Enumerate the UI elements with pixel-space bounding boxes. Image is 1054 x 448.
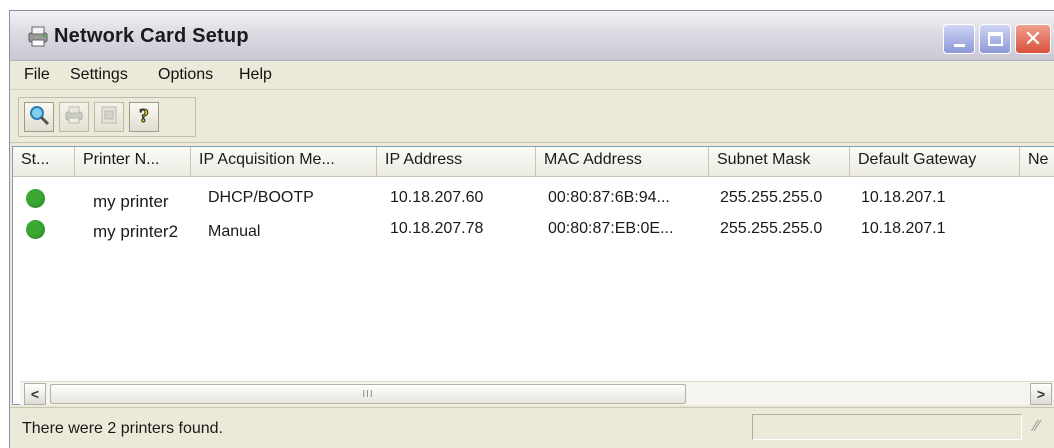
scroll-grip: III bbox=[362, 388, 374, 400]
help-icon: ? bbox=[133, 104, 155, 131]
network-card-setup-window: Network Card Setup ✕ File Settings Optio… bbox=[9, 10, 1054, 448]
properties-icon bbox=[98, 104, 120, 131]
menu-options[interactable]: Options bbox=[158, 66, 213, 84]
minimize-icon bbox=[953, 43, 965, 47]
column-status[interactable]: St... bbox=[13, 147, 75, 177]
table-row[interactable]: my printer DHCP/BOOTP 10.18.207.60 00:80… bbox=[13, 189, 1054, 215]
printer-icon bbox=[63, 104, 85, 131]
close-icon: ✕ bbox=[1023, 26, 1043, 51]
column-network[interactable]: Ne bbox=[1020, 147, 1054, 177]
list-header: St... Printer N... IP Acquisition Me... … bbox=[13, 147, 1054, 177]
chevron-left-icon: < bbox=[30, 386, 40, 402]
menu-bar: File Settings Options Help bbox=[10, 62, 1054, 90]
help-button[interactable]: ? bbox=[129, 102, 159, 132]
cell-ip-address: 10.18.207.78 bbox=[390, 220, 484, 237]
status-bar: There were 2 printers found. ⁄⁄ bbox=[10, 407, 1054, 448]
cell-subnet-mask: 255.255.255.0 bbox=[720, 220, 823, 237]
status-online-icon bbox=[26, 189, 45, 208]
column-default-gateway[interactable]: Default Gateway bbox=[850, 147, 1020, 177]
search-button[interactable] bbox=[24, 102, 54, 132]
column-ip-acquisition[interactable]: IP Acquisition Me... bbox=[191, 147, 377, 177]
printer-button[interactable] bbox=[59, 102, 89, 132]
search-icon bbox=[28, 104, 50, 131]
maximize-button[interactable] bbox=[979, 24, 1011, 54]
toolbar: ? bbox=[10, 91, 1054, 143]
cell-mac-address: 00:80:87:EB:0E... bbox=[548, 220, 674, 237]
status-panel bbox=[752, 414, 1022, 440]
status-message: There were 2 printers found. bbox=[22, 420, 223, 437]
table-row[interactable]: my printer2 Manual 10.18.207.78 00:80:87… bbox=[13, 218, 1054, 244]
cell-default-gateway: 10.18.207.1 bbox=[861, 189, 946, 206]
menu-settings[interactable]: Settings bbox=[70, 66, 128, 84]
scroll-right-button[interactable]: > bbox=[1030, 383, 1052, 405]
maximize-icon bbox=[987, 32, 1003, 46]
cell-default-gateway: 10.18.207.1 bbox=[861, 220, 946, 237]
status-online-icon bbox=[26, 220, 45, 239]
menu-help[interactable]: Help bbox=[239, 66, 272, 84]
scroll-left-button[interactable]: < bbox=[24, 383, 46, 405]
column-mac-address[interactable]: MAC Address bbox=[536, 147, 709, 177]
column-printer-name[interactable]: Printer N... bbox=[75, 147, 191, 177]
window-title: Network Card Setup bbox=[54, 25, 249, 47]
toolbar-group: ? bbox=[18, 97, 196, 137]
horizontal-scrollbar[interactable]: < III > bbox=[20, 381, 1054, 405]
close-button[interactable]: ✕ bbox=[1015, 24, 1051, 54]
cell-ip-acquisition: Manual bbox=[208, 223, 261, 240]
chevron-right-icon: > bbox=[1036, 386, 1046, 402]
cell-mac-address: 00:80:87:6B:94... bbox=[548, 189, 670, 206]
printer-app-icon bbox=[26, 25, 50, 47]
cell-printer-name: my printer2 bbox=[93, 222, 179, 241]
cell-subnet-mask: 255.255.255.0 bbox=[720, 189, 823, 206]
column-subnet-mask[interactable]: Subnet Mask bbox=[709, 147, 850, 177]
cell-ip-address: 10.18.207.60 bbox=[390, 189, 484, 206]
minimize-button[interactable] bbox=[943, 24, 975, 54]
title-bar[interactable]: Network Card Setup ✕ bbox=[10, 11, 1054, 61]
svg-text:?: ? bbox=[139, 105, 149, 126]
menu-file[interactable]: File bbox=[24, 66, 50, 84]
properties-button[interactable] bbox=[94, 102, 124, 132]
printer-list[interactable]: St... Printer N... IP Acquisition Me... … bbox=[12, 146, 1054, 405]
resize-grip-icon[interactable]: ⁄⁄ bbox=[1034, 418, 1039, 436]
column-ip-address[interactable]: IP Address bbox=[377, 147, 536, 177]
cell-printer-name: my printer bbox=[93, 192, 169, 211]
scroll-thumb[interactable]: III bbox=[50, 384, 686, 404]
cell-ip-acquisition: DHCP/BOOTP bbox=[208, 189, 314, 206]
